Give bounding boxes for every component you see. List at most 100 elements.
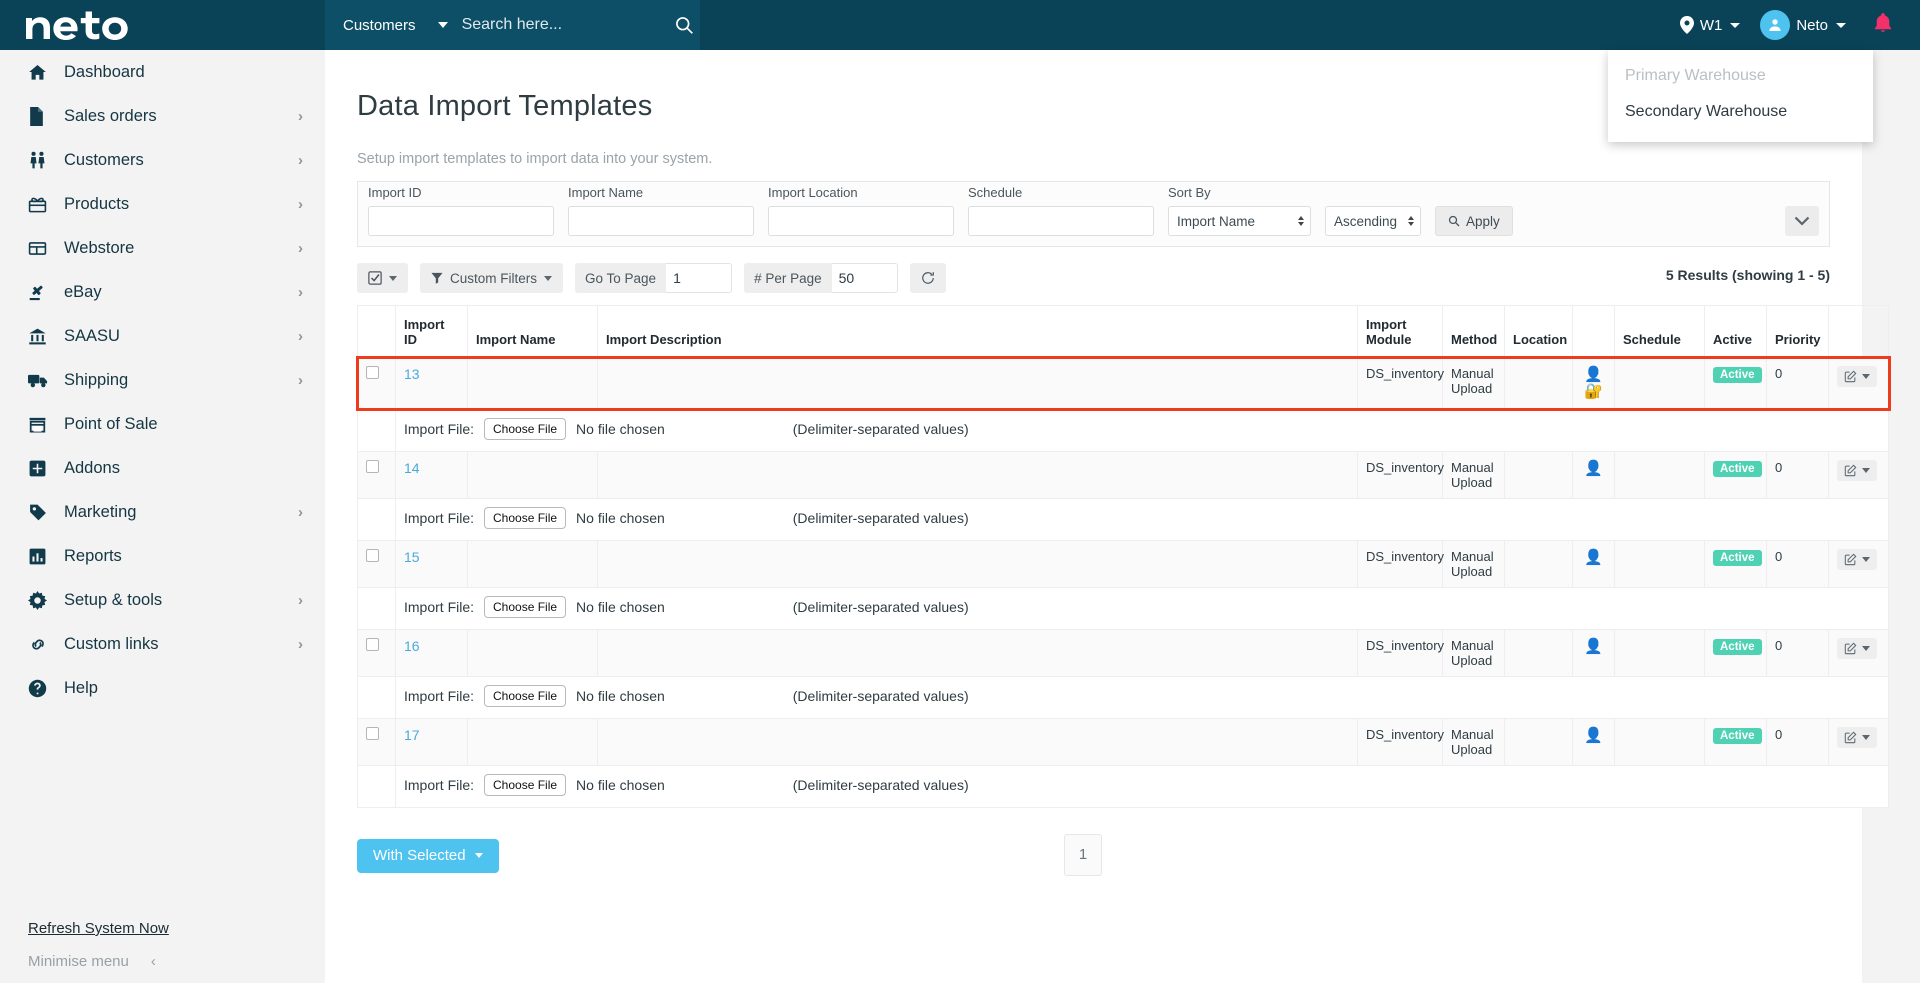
per-page-input[interactable] [831,263,898,293]
location-pin-icon [1679,16,1694,34]
header-import-id[interactable]: Import ID [395,305,468,358]
row-checkbox[interactable] [366,366,379,379]
sidebar-item-marketing[interactable]: Marketing › [0,490,325,534]
sidebar-item-point-of-sale[interactable]: Point of Sale [0,402,325,446]
filter-import-location-label: Import Location [768,185,858,200]
pagination-page-1[interactable]: 1 [1064,833,1102,876]
sidebar-item-help[interactable]: Help [0,666,325,710]
sidebar-item-webstore[interactable]: Webstore › [0,226,325,270]
no-file-chosen-text: No file chosen [576,776,665,793]
sidebar-item-ebay[interactable]: eBay › [0,270,325,314]
choose-file-button[interactable]: Choose File [484,773,567,796]
choose-file-button[interactable]: Choose File [484,595,567,618]
sidebar-item-dashboard[interactable]: Dashboard [0,50,325,94]
refresh-table-button[interactable] [909,263,946,293]
import-name-input[interactable] [568,206,754,236]
edit-row-button[interactable] [1837,548,1877,570]
select-all-dropdown[interactable] [357,263,408,293]
neto-logo[interactable] [0,10,325,40]
no-file-chosen-text: No file chosen [576,598,665,615]
import-id-link[interactable]: 17 [404,727,420,743]
minimise-menu-button[interactable]: Minimise menu ‹ [28,953,156,970]
status-badge: Active [1713,367,1762,383]
table-row[interactable]: 17 DS_inventory Manual Upload 👤 Active 0 [357,717,1889,766]
edit-row-button[interactable] [1837,366,1877,387]
header-import-name[interactable]: Import Name [467,305,598,358]
choose-file-button[interactable]: Choose File [484,506,567,529]
header-import-description[interactable]: Import Description [597,305,1358,358]
sort-by-select[interactable]: Import Name [1168,206,1311,236]
sort-arrows-icon [1408,216,1414,226]
refresh-icon [921,272,934,284]
go-to-page-input[interactable] [666,263,733,293]
header-method[interactable]: Method [1442,305,1505,358]
sidebar-item-customers[interactable]: Customers › [0,138,325,182]
warehouse-selector[interactable]: W1 [1670,0,1751,50]
delimiter-note: (Delimiter-separated values) [792,776,969,793]
edit-row-button[interactable] [1837,726,1877,748]
sidebar-item-products[interactable]: Products › [0,182,325,226]
user-menu[interactable]: Neto [1750,0,1856,50]
per-page-label: # Per Page [744,263,832,293]
expand-filters-toggle[interactable] [1785,206,1819,236]
header-active[interactable]: Active [1704,305,1767,358]
sidebar-item-shipping[interactable]: Shipping › [0,358,325,402]
notifications-button[interactable] [1856,12,1902,38]
sidebar-item-sales-orders[interactable]: Sales orders › [0,94,325,138]
table-row[interactable]: 14 DS_inventory Manual Upload 👤 Active 0 [357,450,1889,499]
choose-file-button[interactable]: Choose File [484,417,567,440]
edit-row-button[interactable] [1837,637,1877,659]
home-icon [28,63,54,82]
header-schedule[interactable]: Schedule [1614,305,1705,358]
import-file-row: Import File: Choose File No file chosen (De… [357,764,1889,808]
table-row[interactable]: 13 DS_inventory Manual Upload 👤 🔐 Active 0 [357,357,1889,410]
cell-actions [1828,450,1889,499]
sidebar-item-label: SAASU [64,326,120,345]
cell-row-icons: 👤 [1572,450,1615,499]
refresh-system-now-link[interactable]: Refresh System Now [28,920,169,937]
search-button[interactable] [669,0,700,50]
search-category-dropdown[interactable]: Customers [325,17,462,34]
cell-import-name [467,357,598,410]
warehouse-option-secondary[interactable]: Secondary Warehouse [1608,94,1873,130]
with-selected-button[interactable]: With Selected [357,838,499,873]
file-row-content: Import File: Choose File No file chosen (De… [395,497,1889,541]
custom-filters-button[interactable]: Custom Filters [420,263,564,293]
table-footer: With Selected 1 [357,833,1830,878]
row-checkbox[interactable] [366,459,379,473]
header-priority[interactable]: Priority [1766,305,1829,358]
row-checkbox[interactable] [366,548,379,562]
header-import-module[interactable]: Import Module [1357,305,1443,358]
header-location[interactable]: Location [1504,305,1573,358]
cell-actions [1828,628,1889,677]
sidebar-item-label: Shipping [64,370,129,389]
cell-import-id: 13 [395,357,468,410]
import-id-link[interactable]: 13 [404,366,420,382]
sidebar-item-saasu[interactable]: SAASU › [0,314,325,358]
sidebar-item-custom-links[interactable]: Custom links › [0,622,325,666]
sidebar-menu-list: Dashboard Sales orders › Customers › Products… [0,50,325,710]
edit-row-button[interactable] [1837,459,1877,481]
import-id-link[interactable]: 16 [404,638,420,654]
warehouse-option-primary[interactable]: Primary Warehouse [1608,58,1873,94]
search-input[interactable] [461,16,669,34]
import-id-input[interactable] [368,206,554,236]
sidebar-item-addons[interactable]: Addons [0,446,325,490]
import-id-link[interactable]: 15 [404,549,420,565]
choose-file-button[interactable]: Choose File [484,684,567,707]
cell-import-id: 17 [395,717,468,766]
apply-filters-button[interactable]: Apply [1435,206,1513,236]
import-location-input[interactable] [768,206,954,236]
table-row[interactable]: 16 DS_inventory Manual Upload 👤 Active 0 [357,628,1889,677]
import-id-link[interactable]: 14 [404,460,420,476]
row-checkbox[interactable] [366,637,379,651]
warehouse-label: W1 [1699,16,1723,34]
sidebar-item-setup-tools[interactable]: Setup & tools › [0,578,325,622]
sort-direction-select[interactable]: Ascending [1325,206,1421,236]
cell-import-name [467,539,598,588]
sidebar-item-reports[interactable]: Reports [0,534,325,578]
row-checkbox[interactable] [366,726,379,740]
table-row[interactable]: 15 DS_inventory Manual Upload 👤 Active 0 [357,539,1889,588]
file-row-spacer [357,408,396,452]
schedule-input[interactable] [968,206,1154,236]
